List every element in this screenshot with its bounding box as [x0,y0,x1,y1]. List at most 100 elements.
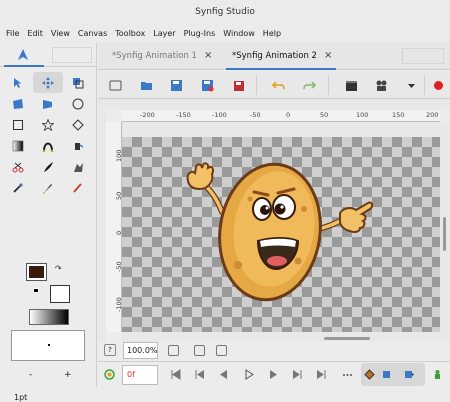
spline-tool-icon[interactable] [33,135,63,156]
swap-colors-icon[interactable]: ↷ [55,264,62,273]
dock-handle[interactable] [52,47,92,63]
horizontal-scrollbar[interactable] [122,332,450,342]
zoom-input[interactable]: 100.0% [123,342,158,359]
close-icon[interactable]: ⨯ [204,50,212,61]
text-tool-icon[interactable] [33,177,63,198]
gradient-tool-icon[interactable] [3,135,33,156]
save-as-icon[interactable] [199,77,215,93]
transform-tool-icon[interactable] [3,72,33,93]
scroll-thumb[interactable] [324,337,370,340]
horizontal-ruler: -200 -150 -100 -50 0 50 100 150 200 [122,110,440,122]
seek-begin-icon[interactable] [170,369,181,380]
smooth-move-tool-icon[interactable] [33,72,63,93]
record-icon[interactable] [430,77,446,93]
future-keyframes-icon[interactable] [403,369,414,380]
ruler-corner [98,99,450,110]
polygon-tool-icon[interactable] [63,114,93,135]
redo-icon[interactable] [301,77,317,93]
brush-size-decrease[interactable]: - [29,370,32,380]
onion-skin-icon[interactable] [432,369,443,380]
undo-icon[interactable] [270,77,286,93]
scale-tool-icon[interactable] [63,72,93,93]
ruler-tick: -150 [176,111,191,119]
past-keyframes-icon[interactable] [381,369,392,380]
toolbox-panel: ↷ - + 1pt [0,42,97,402]
toolbar-separator [424,75,425,95]
menu-bar: File Edit View Canvas Toolbox Layer Plug… [0,24,450,42]
toolbox-tab-strip [0,42,96,67]
animation-mode-icon[interactable] [104,369,115,380]
tab-animation-1[interactable]: *Synfig Animation 1 ⨯ [112,42,212,70]
menu-window[interactable]: Window [219,29,259,38]
help-icon[interactable]: ? [104,344,116,356]
brush-size-label: 1pt [14,393,28,402]
tab-label: *Synfig Animation 2 [232,51,317,61]
keyframe-lock-icon[interactable] [364,369,375,380]
save-icon[interactable] [168,77,184,93]
menu-file[interactable]: File [2,29,23,38]
menu-toolbox[interactable]: Toolbox [111,29,149,38]
fill-tool-icon[interactable] [63,135,93,156]
zoom-in-icon[interactable] [194,345,205,356]
zoom-fit-icon[interactable] [216,345,227,356]
fill-color-swatch[interactable] [50,285,70,303]
menu-view[interactable]: View [47,29,74,38]
new-icon[interactable] [107,77,123,93]
rectangle-tool-icon[interactable] [3,114,33,135]
play-icon[interactable] [244,369,255,380]
reset-colors-icon[interactable] [33,288,39,293]
menu-layer[interactable]: Layer [149,29,179,38]
canvas-area[interactable] [122,137,440,332]
zoom-out-icon[interactable] [168,345,179,356]
synfig-logo-icon[interactable] [16,48,30,62]
save-all-icon[interactable] [230,77,246,93]
eyedropper-tool-icon[interactable] [3,177,33,198]
close-icon[interactable]: ⨯ [324,50,332,61]
menu-plugins[interactable]: Plug-Ins [180,29,220,38]
ruler-tick: 50 [320,111,329,119]
canvas-left-gutter [98,110,106,342]
vertical-scrollbar[interactable] [440,122,450,332]
next-frame-icon[interactable] [268,369,279,380]
menu-help[interactable]: Help [259,29,285,38]
prev-frame-icon[interactable] [218,369,229,380]
tab-animation-2[interactable]: *Synfig Animation 2 ⨯ [225,42,337,70]
current-time-input[interactable]: 0f [122,365,158,385]
vertical-ruler: 100 50 0 -50 -100 [106,122,123,332]
toolbox-tab-indicator [4,65,44,67]
next-keyframe-icon[interactable] [292,369,303,380]
more-options-icon[interactable] [342,369,353,380]
brush-size-preview [11,330,85,361]
outline-color-swatch[interactable] [26,263,47,281]
tool-grid [3,72,95,198]
seek-end-icon[interactable] [316,369,327,380]
dock-handle[interactable] [402,48,444,64]
menu-canvas[interactable]: Canvas [74,29,111,38]
rotate-tool-icon[interactable] [3,93,33,114]
default-gradient[interactable] [29,309,69,325]
toolbar-separator [328,75,329,95]
document-tab-strip: *Synfig Animation 1 ⨯ *Synfig Animation 2… [98,42,450,70]
preview-icon[interactable] [373,77,389,93]
prev-keyframe-icon[interactable] [194,369,205,380]
time-bar: 0f [98,361,450,387]
chevron-down-icon[interactable] [403,77,419,93]
draw-tool-icon[interactable] [63,177,93,198]
mirror-tool-icon[interactable] [33,93,63,114]
potato-character [186,162,374,302]
open-icon[interactable] [138,77,154,93]
star-tool-icon[interactable] [33,114,63,135]
ruler-tick: 100 [356,111,369,119]
render-icon[interactable] [343,77,359,93]
scroll-thumb[interactable] [443,217,446,251]
circle-tool-icon[interactable] [63,93,93,114]
tab-label: *Synfig Animation 1 [112,51,197,61]
cutout-tool-icon[interactable] [3,156,33,177]
width-tool-icon[interactable] [33,156,63,177]
menu-edit[interactable]: Edit [23,29,47,38]
ruler-tick: 0 [286,111,291,119]
toolbar-separator [256,75,257,95]
ruler-tick: 200 [426,111,439,119]
brush-size-increase[interactable]: + [64,370,72,380]
bone-tool-icon[interactable] [63,156,93,177]
